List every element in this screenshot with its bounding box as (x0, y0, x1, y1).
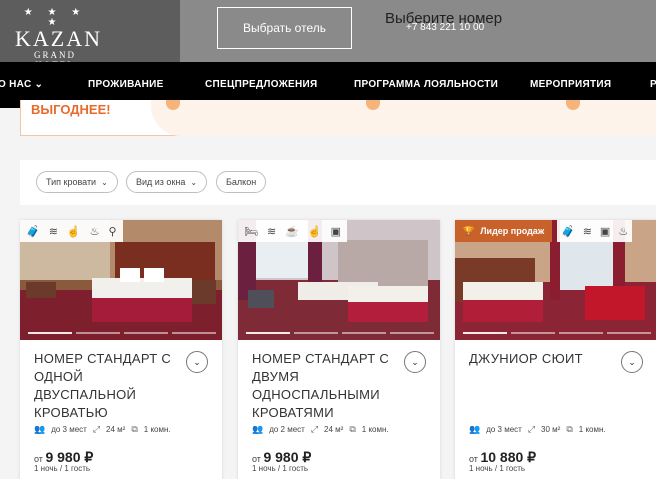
logo-brand: KAZAN (15, 26, 102, 51)
room-card[interactable]: 🏆 Лидер продаж 🧳 ≋ ▣ ♨ ДЖУНИОР СЮИТ ⌄ 👥 … (455, 220, 656, 479)
rooms-icon: ⧉ (349, 424, 356, 434)
hotel-logo[interactable]: ★ ★ ★ ★ KAZAN GRAND HOTEL (15, 7, 102, 71)
suitcase-icon: 🧳 (26, 225, 40, 238)
price-unit: 1 ночь / 1 гость (252, 464, 309, 473)
nav-item-offers[interactable]: СПЕЦПРЕДЛОЖЕНИЯ (205, 79, 318, 90)
nav-item-accommodation[interactable]: ПРОЖИВАНИЕ (88, 79, 164, 90)
room-area: 24 м² (324, 425, 344, 434)
bath-icon: ♨ (89, 225, 100, 238)
chevron-down-icon[interactable]: ⌄ (621, 351, 643, 373)
promo-bg (151, 100, 656, 136)
guests-icon: 👥 (469, 424, 481, 434)
nav-item-loyalty[interactable]: ПРОГРАММА ЛОЯЛЬНОСТИ (354, 79, 498, 90)
area-icon: ⤢ (310, 424, 319, 434)
room-count: 1 комн. (578, 425, 606, 434)
area-icon: ⤢ (527, 424, 536, 434)
amenities-bar: 🧳 ≋ ☝ ♨ ⚲ (20, 220, 123, 242)
trophy-icon: 🏆 (463, 225, 475, 236)
wifi-icon: ≋ (582, 225, 592, 238)
suitcase-icon: 🧳 (561, 225, 575, 238)
room-photo[interactable]: 🏆 Лидер продаж 🧳 ≋ ▣ ♨ (455, 220, 656, 340)
room-guests: до 3 мест (51, 425, 87, 434)
photo-pager[interactable] (28, 332, 216, 334)
area-icon: ⤢ (92, 424, 101, 434)
room-count: 1 комн. (361, 425, 389, 434)
chevron-down-icon[interactable]: ⌄ (186, 351, 208, 373)
filter-balcony-label: Балкон (226, 177, 257, 187)
room-title[interactable]: ДЖУНИОР СЮИТ (469, 350, 619, 368)
filter-window-view[interactable]: Вид из окна ⌄ (126, 171, 208, 193)
wifi-icon: ≋ (48, 225, 58, 238)
room-title[interactable]: НОМЕР СТАНДАРТ С ОДНОЙ ДВУСПАЛЬНОЙ КРОВА… (34, 350, 184, 422)
safe-icon: ▣ (330, 225, 341, 238)
guests-icon: 👥 (252, 424, 264, 434)
price-value: 9 980 ₽ (45, 449, 94, 465)
room-meta: 👥 до 3 мест ⤢ 30 м² ⧉ 1 комн. (469, 424, 606, 435)
room-meta: 👥 до 3 мест ⤢ 24 м² ⧉ 1 комн. (34, 424, 171, 435)
hand-icon: ☝ (66, 225, 81, 238)
photo-pager[interactable] (463, 332, 651, 334)
coffee-icon: ☕ (285, 225, 299, 238)
amenities-bar: 🛏 ≋ ☕ ☝ ▣ (238, 220, 347, 242)
price-unit: 1 ночь / 1 гость (469, 464, 526, 473)
promo-banner[interactable]: ВЫГОДНЕЕ! (20, 100, 656, 136)
nav-item-events[interactable]: МЕРОПРИЯТИЯ (530, 79, 611, 90)
filter-balcony[interactable]: Балкон (216, 171, 267, 193)
photo-pager[interactable] (246, 332, 434, 334)
room-card[interactable]: 🧳 ≋ ☝ ♨ ⚲ НОМЕР СТАНДАРТ С ОДНОЙ ДВУСПАЛ… (20, 220, 222, 479)
room-guests: до 3 мест (486, 425, 522, 434)
filter-bed-type-label: Тип кровати (46, 177, 97, 187)
hand-icon: ☝ (307, 225, 322, 238)
room-area: 24 м² (106, 425, 126, 434)
safe-icon: ▣ (599, 225, 611, 238)
filters-bar: Тип кровати ⌄ Вид из окна ⌄ Балкон (20, 160, 656, 205)
room-area: 30 м² (541, 425, 561, 434)
room-count: 1 комн. (143, 425, 171, 434)
rooms-icon: ⧉ (131, 424, 138, 434)
room-title[interactable]: НОМЕР СТАНДАРТ С ДВУМЯ ОДНОСПАЛЬНЫМИ КРО… (252, 350, 402, 422)
room-photo[interactable]: 🛏 ≋ ☕ ☝ ▣ (238, 220, 440, 340)
price-value: 10 880 ₽ (480, 449, 537, 465)
filter-bed-type[interactable]: Тип кровати ⌄ (36, 171, 118, 193)
room-guests: до 2 мест (269, 425, 305, 434)
price-value: 9 980 ₽ (263, 449, 312, 465)
hairdryer-icon: ⚲ (108, 225, 117, 238)
logo-stars: ★ ★ ★ ★ (23, 7, 87, 28)
select-hotel-button[interactable]: Выбрать отель (217, 7, 352, 49)
guests-icon: 👥 (34, 424, 46, 434)
chevron-down-icon: ⌄ (101, 177, 108, 187)
phone-link[interactable]: +7 843 221 10 00 (406, 22, 484, 33)
nav-item-about[interactable]: О НАС ⌄ (0, 79, 43, 90)
price-unit: 1 ночь / 1 гость (34, 464, 91, 473)
room-meta: 👥 до 2 мест ⤢ 24 м² ⧉ 1 комн. (252, 424, 389, 435)
chevron-down-icon: ⌄ (190, 177, 198, 187)
bed-icon: 🛏 (244, 225, 258, 238)
room-card[interactable]: 🛏 ≋ ☕ ☝ ▣ НОМЕР СТАНДАРТ С ДВУМЯ ОДНОСПА… (238, 220, 440, 479)
filter-window-view-label: Вид из окна (136, 177, 186, 187)
amenities-bar: 🧳 ≋ ▣ ♨ (557, 220, 633, 242)
bath-icon: ♨ (618, 225, 629, 238)
wifi-icon: ≋ (266, 225, 277, 238)
header: ★ ★ ★ ★ KAZAN GRAND HOTEL Выбрать отель … (0, 0, 656, 70)
rooms-icon: ⧉ (566, 424, 573, 434)
promo-text: ВЫГОДНЕЕ! (31, 102, 111, 117)
chevron-down-icon[interactable]: ⌄ (404, 351, 426, 373)
nav-item-more[interactable]: Р (650, 79, 656, 90)
room-photo[interactable]: 🧳 ≋ ☝ ♨ ⚲ (20, 220, 222, 340)
bestseller-badge: 🏆 Лидер продаж (455, 220, 553, 242)
